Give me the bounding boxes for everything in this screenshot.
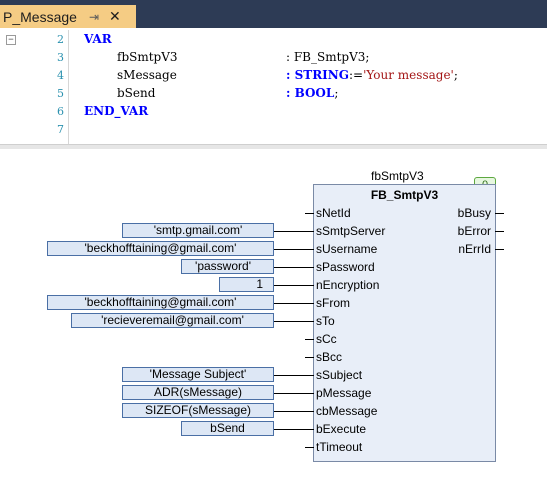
pin-stub: [495, 231, 504, 232]
line-number: 6: [57, 105, 64, 118]
fb-input-pin[interactable]: sUsername: [316, 242, 377, 256]
line-number: 4: [57, 69, 64, 82]
fb-input-pin[interactable]: sSubject: [316, 368, 362, 382]
fb-input-pin[interactable]: sFrom: [316, 296, 350, 310]
fb-type-name: FB_SmtpV3: [370, 188, 439, 202]
input-value-box[interactable]: 'password': [181, 259, 274, 274]
code-var-bsend: bSend: [117, 86, 156, 100]
connection-wire: [274, 393, 305, 394]
connection-wire: [274, 285, 305, 286]
function-block-fbsmtpv3[interactable]: FB_SmtpV3 sNetId sSmtpServer sUsername s…: [313, 184, 496, 462]
code-assign: :=: [349, 68, 364, 82]
input-value-box[interactable]: 'smtp.gmail.com': [122, 223, 274, 238]
pin-stub: [305, 429, 314, 430]
connection-wire: [274, 231, 305, 232]
fb-instance-name[interactable]: fbSmtpV3: [371, 169, 424, 183]
input-value-box[interactable]: 'beckhofftaining@gmail.com': [47, 241, 274, 256]
connection-wire: [274, 411, 305, 412]
fb-input-pin[interactable]: sTo: [316, 314, 335, 328]
fb-output-pin[interactable]: bBusy: [458, 206, 491, 220]
connection-wire: [274, 429, 305, 430]
code-type-fbsmtpv3: : FB_SmtpV3;: [286, 50, 370, 64]
line-number: 3: [57, 51, 64, 64]
code-semicolon: ;: [334, 86, 339, 100]
input-value-box[interactable]: 'beckhofftaining@gmail.com': [47, 295, 274, 310]
declaration-editor[interactable]: [0, 28, 547, 146]
line-number: 5: [57, 87, 64, 100]
pin-stub: [305, 411, 314, 412]
pin-stub: [305, 249, 314, 250]
editor-tab-bar: P_Message ⇥ ✕: [0, 0, 547, 28]
code-semicolon: ;: [453, 68, 458, 82]
pin-stub: [305, 393, 314, 394]
collapse-icon[interactable]: −: [6, 35, 16, 45]
pin-stub: [495, 249, 504, 250]
pin-icon[interactable]: ⇥: [89, 10, 99, 24]
pin-stub: [305, 267, 314, 268]
code-type-keyword: : STRING: [286, 68, 350, 82]
input-value-box[interactable]: 'Message Subject': [122, 367, 274, 382]
pin-stub: [305, 447, 314, 448]
pin-stub: [305, 357, 314, 358]
code-var-smessage: sMessage: [117, 68, 177, 82]
editor-splitter[interactable]: [0, 144, 547, 149]
code-var-fbsmtpv3: fbSmtpV3: [117, 50, 178, 64]
code-keyword-end-var: END_VAR: [84, 104, 149, 118]
pin-stub: [305, 375, 314, 376]
fb-input-pin[interactable]: sBcc: [316, 350, 342, 364]
pin-stub: [305, 285, 314, 286]
input-value-box[interactable]: SIZEOF(sMessage): [122, 403, 274, 418]
fb-input-pin[interactable]: sCc: [316, 332, 337, 346]
input-value-box[interactable]: ADR(sMessage): [122, 385, 274, 400]
pin-stub: [305, 231, 314, 232]
pin-stub: [305, 321, 314, 322]
code-type-string: : STRING:='Your message';: [286, 68, 458, 82]
input-value-box[interactable]: bSend: [181, 421, 274, 436]
tab-title: P_Message: [3, 8, 77, 25]
code-type-keyword: : BOOL: [286, 86, 335, 100]
pin-stub: [305, 339, 314, 340]
line-number: 7: [57, 123, 64, 136]
line-number: 2: [57, 33, 64, 46]
code-type-bool: : BOOL;: [286, 86, 338, 100]
pin-stub: [305, 303, 314, 304]
connection-wire: [274, 375, 305, 376]
pin-stub: [495, 213, 504, 214]
fb-output-pin[interactable]: nErrId: [458, 242, 491, 256]
code-string-literal: 'Your message': [363, 68, 454, 82]
input-value-box[interactable]: 'recieveremail@gmail.com': [71, 313, 274, 328]
gutter-divider: [68, 30, 69, 144]
fb-input-pin[interactable]: tTimeout: [316, 440, 362, 454]
fb-input-pin[interactable]: cbMessage: [316, 404, 377, 418]
fb-input-pin[interactable]: sNetId: [316, 206, 351, 220]
code-keyword-var: VAR: [84, 32, 112, 46]
fb-input-pin[interactable]: sSmtpServer: [316, 224, 385, 238]
connection-wire: [274, 249, 305, 250]
fb-input-pin[interactable]: sPassword: [316, 260, 375, 274]
fb-input-pin[interactable]: nEncryption: [316, 278, 379, 292]
fb-input-pin[interactable]: bExecute: [316, 422, 366, 436]
fb-input-pin[interactable]: pMessage: [316, 386, 371, 400]
close-icon[interactable]: ✕: [109, 8, 121, 25]
tab-p-message[interactable]: P_Message ⇥ ✕: [0, 5, 136, 28]
input-value-box[interactable]: 1: [219, 277, 274, 292]
pin-stub: [305, 213, 314, 214]
connection-wire: [274, 303, 305, 304]
fb-output-pin[interactable]: bError: [458, 224, 491, 238]
connection-wire: [274, 321, 305, 322]
connection-wire: [274, 267, 305, 268]
